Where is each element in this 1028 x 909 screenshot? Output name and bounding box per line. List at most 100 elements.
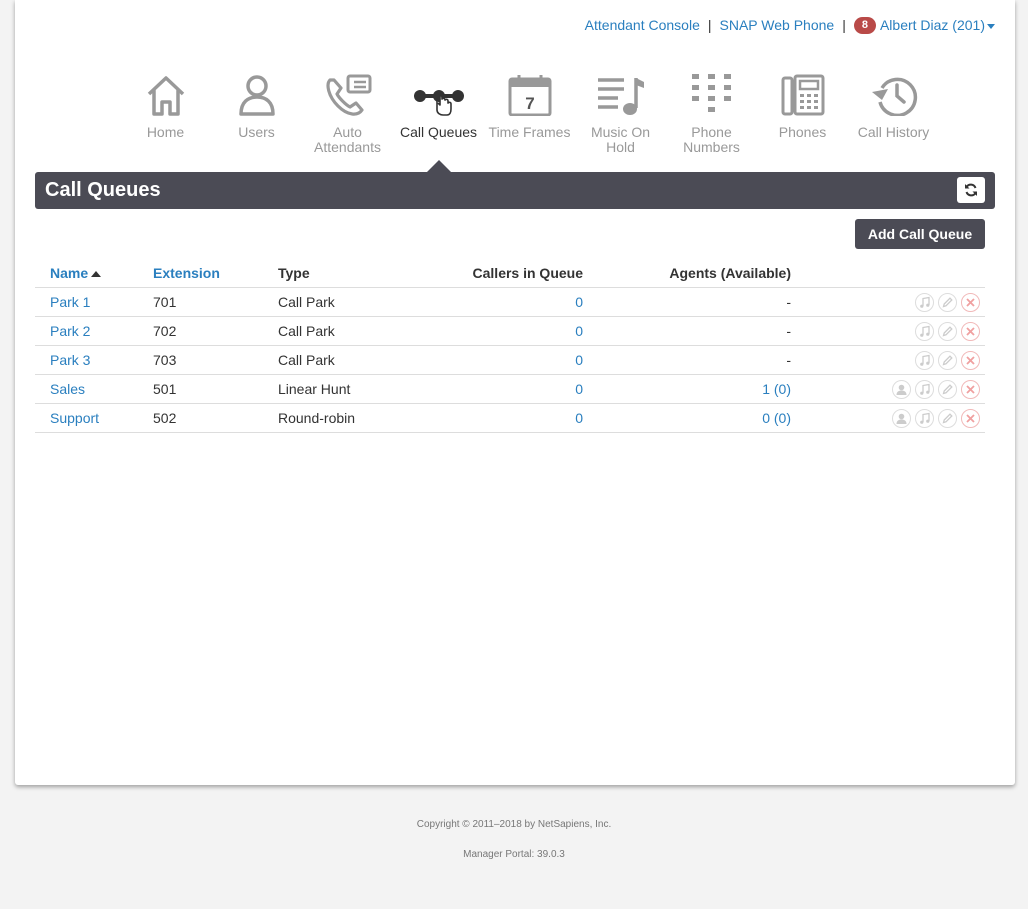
callers-in-queue-link[interactable]: 0 — [413, 374, 583, 404]
table-header-row: Name Extension Type Callers in Queue Age… — [35, 259, 985, 288]
row-actions — [791, 287, 985, 317]
refresh-button[interactable] — [957, 177, 985, 203]
nav-label: Phone Numbers — [683, 124, 740, 155]
agents-available[interactable]: 1 (0) — [583, 374, 791, 404]
queue-name-link[interactable]: Park 3 — [35, 345, 138, 375]
column-header-callers: Callers in Queue — [413, 259, 583, 288]
column-header-actions — [791, 259, 985, 288]
callers-in-queue-link[interactable]: 0 — [413, 287, 583, 317]
edit-icon[interactable] — [938, 350, 957, 370]
column-header-agents: Agents (Available) — [583, 259, 791, 288]
queue-extension: 501 — [138, 374, 263, 404]
column-header-extension[interactable]: Extension — [138, 259, 263, 288]
row-actions — [791, 316, 985, 346]
page-title: Call Queues — [45, 179, 161, 201]
nav-label: Call Queues — [399, 124, 478, 140]
queue-name-link[interactable]: Sales — [35, 374, 138, 404]
snap-web-phone-link[interactable]: SNAP Web Phone — [720, 17, 835, 33]
nav-label: Call History — [857, 124, 930, 140]
row-actions — [791, 403, 985, 433]
column-header-type: Type — [263, 259, 413, 288]
nav-label: Auto Attendants — [314, 124, 381, 155]
separator: | — [707, 17, 712, 33]
delete-icon[interactable] — [961, 408, 980, 428]
nav-call-history[interactable]: Call History — [848, 72, 939, 155]
delete-icon[interactable] — [961, 379, 980, 399]
nav-label: Users — [238, 124, 275, 140]
edit-icon[interactable] — [938, 321, 957, 341]
phones-icon — [757, 72, 848, 116]
row-actions — [791, 374, 985, 404]
auto-attendants-icon — [302, 72, 393, 116]
version-text: Manager Portal: 39.0.3 — [463, 849, 565, 860]
queue-extension: 701 — [138, 287, 263, 317]
phone-numbers-icon — [666, 72, 757, 116]
nav-auto-attendants[interactable]: Auto Attendants — [302, 72, 393, 155]
call-queues-table: Name Extension Type Callers in Queue Age… — [35, 259, 985, 433]
copyright-text: Copyright © 2011–2018 by NetSapiens, Inc… — [416, 819, 612, 830]
nav-music-on-hold[interactable]: Music On Hold — [575, 72, 666, 155]
main-card: Attendant Console | SNAP Web Phone | 8 A… — [15, 0, 1015, 785]
time-frames-icon: 7 — [484, 72, 575, 116]
queue-type: Round-robin — [263, 403, 413, 433]
callers-in-queue-link[interactable]: 0 — [413, 345, 583, 375]
music-icon[interactable] — [915, 408, 934, 428]
queue-name-link[interactable]: Park 2 — [35, 316, 138, 346]
user-menu[interactable]: Albert Diaz (201) — [880, 17, 995, 33]
table-row: Support 502 Round-robin 0 0 (0) — [35, 403, 985, 433]
nav-users[interactable]: Users — [211, 72, 302, 155]
call-history-icon — [848, 72, 939, 116]
agents-available[interactable]: 0 (0) — [583, 403, 791, 433]
edit-icon[interactable] — [938, 292, 957, 312]
delete-icon[interactable] — [961, 321, 980, 341]
user-name: Albert Diaz (201) — [879, 17, 985, 33]
music-icon[interactable] — [915, 350, 934, 370]
nav-phone-numbers[interactable]: Phone Numbers — [666, 72, 757, 155]
main-nav: Home Users Auto Attendants Call Queues 7 — [120, 72, 939, 173]
edit-icon[interactable] — [938, 379, 957, 399]
agents-available: - — [583, 316, 791, 346]
agents-icon[interactable] — [892, 379, 911, 399]
add-call-queue-button[interactable]: Add Call Queue — [855, 219, 985, 249]
edit-icon[interactable] — [938, 408, 957, 428]
nav-label: Time Frames — [488, 124, 571, 140]
nav-label: Music On Hold — [590, 124, 651, 155]
nav-phones[interactable]: Phones — [757, 72, 848, 155]
column-header-name[interactable]: Name — [35, 259, 138, 288]
queue-extension: 502 — [138, 403, 263, 433]
notification-badge[interactable]: 8 — [853, 16, 876, 34]
attendant-console-link[interactable]: Attendant Console — [585, 17, 700, 33]
queue-name-link[interactable]: Park 1 — [35, 287, 138, 317]
calendar-day: 7 — [525, 94, 534, 113]
row-actions — [791, 345, 985, 375]
agents-available: - — [583, 287, 791, 317]
separator: | — [842, 17, 846, 33]
queue-name-link[interactable]: Support — [35, 403, 138, 433]
callers-in-queue-link[interactable]: 0 — [413, 316, 583, 346]
table-row: Park 1 701 Call Park 0- — [35, 287, 985, 317]
delete-icon[interactable] — [961, 350, 980, 370]
refresh-icon — [965, 183, 977, 197]
music-icon[interactable] — [915, 321, 934, 341]
top-bar: Attendant Console | SNAP Web Phone | 8 A… — [585, 16, 995, 34]
agents-icon[interactable] — [892, 408, 911, 428]
users-icon — [211, 72, 302, 116]
queue-extension: 702 — [138, 316, 263, 346]
queue-type: Call Park — [263, 345, 413, 375]
queue-type: Linear Hunt — [263, 374, 413, 404]
music-on-hold-icon — [575, 72, 666, 116]
music-icon[interactable] — [915, 379, 934, 399]
agents-available: - — [583, 345, 791, 375]
callers-in-queue-link[interactable]: 0 — [413, 403, 583, 433]
queue-type: Call Park — [263, 316, 413, 346]
delete-icon[interactable] — [961, 292, 980, 312]
nav-label: Home — [146, 124, 185, 140]
nav-time-frames[interactable]: 7 Time Frames — [484, 72, 575, 155]
table-row: Park 3 703 Call Park 0- — [35, 345, 985, 375]
home-icon — [120, 72, 211, 116]
table-row: Park 2 702 Call Park 0- — [35, 316, 985, 346]
music-icon[interactable] — [915, 292, 934, 312]
nav-call-queues[interactable]: Call Queues — [393, 72, 484, 173]
sort-ascending-icon — [91, 271, 102, 278]
nav-home[interactable]: Home — [120, 72, 211, 155]
